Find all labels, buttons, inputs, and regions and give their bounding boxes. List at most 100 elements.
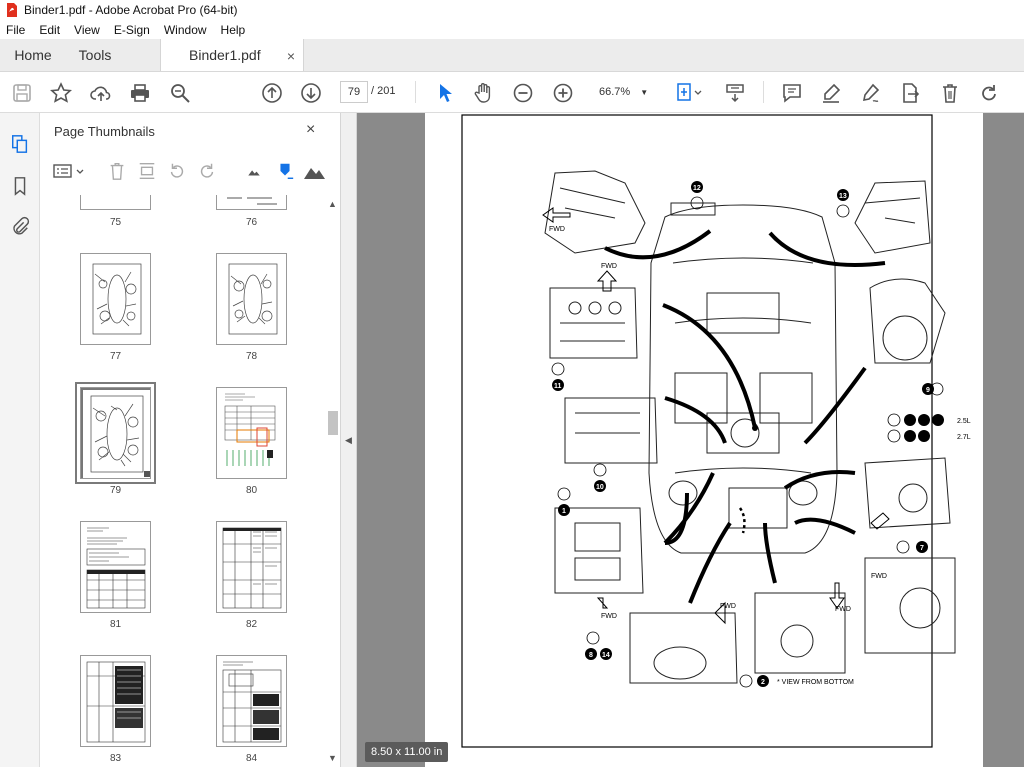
engine-2-7-label: 2.7L bbox=[957, 434, 971, 441]
zoom-out-icon[interactable] bbox=[510, 80, 536, 106]
hand-tool-icon[interactable] bbox=[471, 80, 497, 106]
thumbnail-label: 77 bbox=[109, 351, 122, 362]
previous-page-icon[interactable] bbox=[259, 80, 285, 106]
tab-document-label: Binder1.pdf bbox=[189, 47, 261, 63]
main-toolbar: 79 / 201 66.7% ▼ bbox=[0, 72, 1024, 113]
svg-text:10: 10 bbox=[596, 484, 604, 491]
toolbar-divider bbox=[415, 81, 416, 103]
acrobat-app-icon bbox=[7, 3, 17, 17]
svg-text:9: 9 bbox=[926, 387, 930, 394]
menu-view[interactable]: View bbox=[67, 23, 107, 37]
page-number-input[interactable]: 79 bbox=[340, 81, 368, 103]
menu-esign[interactable]: E-Sign bbox=[107, 23, 157, 37]
page-thumbnail-81[interactable] bbox=[80, 521, 151, 613]
thumbnail-label: 80 bbox=[245, 485, 258, 496]
page-thumbnails-icon[interactable] bbox=[9, 133, 31, 155]
page-thumbnails-panel: Page Thumbnails × 75 76 77 78 79 80 81 8… bbox=[40, 113, 341, 767]
view-from-bottom-note: * VIEW FROM BOTTOM bbox=[777, 679, 854, 686]
page-thumbnail-79-selected[interactable] bbox=[75, 382, 156, 484]
page-thumbnail-78[interactable] bbox=[216, 253, 287, 345]
document-view[interactable]: FWD FWD FWD FWD FWD FWD * VIEW FROM BOTT… bbox=[357, 113, 1024, 767]
fwd-label: FWD bbox=[720, 603, 736, 610]
page-thumbnail-83[interactable] bbox=[80, 655, 151, 747]
fwd-label: FWD bbox=[871, 573, 887, 580]
page-size-badge: 8.50 x 11.00 in bbox=[365, 742, 449, 762]
callout-2: 2 bbox=[757, 675, 769, 687]
thumbnail-scrollbar[interactable]: ▲ ▼ bbox=[325, 195, 340, 767]
delete-pages-icon[interactable] bbox=[106, 160, 128, 182]
delete-trash-icon[interactable] bbox=[937, 80, 963, 106]
svg-text:13: 13 bbox=[839, 193, 847, 200]
fwd-label: FWD bbox=[549, 226, 565, 233]
fill-sign-icon[interactable] bbox=[858, 80, 884, 106]
fwd-label: FWD bbox=[601, 613, 617, 620]
chevron-down-icon: ▼ bbox=[640, 87, 649, 97]
scroll-down-arrow-icon[interactable]: ▼ bbox=[328, 753, 337, 763]
tab-home[interactable]: Home bbox=[0, 39, 66, 71]
pdf-page: FWD FWD FWD FWD FWD FWD * VIEW FROM BOTT… bbox=[425, 113, 983, 767]
menu-edit[interactable]: Edit bbox=[32, 23, 67, 37]
svg-text:14: 14 bbox=[602, 652, 610, 659]
rotate-clockwise-icon[interactable] bbox=[196, 160, 218, 182]
callout-10: 10 bbox=[594, 480, 606, 492]
svg-text:8: 8 bbox=[589, 652, 593, 659]
page-display-icon[interactable] bbox=[671, 80, 705, 106]
options-menu-icon[interactable] bbox=[52, 160, 86, 182]
title-bar: Binder1.pdf - Adobe Acrobat Pro (64-bit) bbox=[0, 0, 1024, 20]
tab-tools[interactable]: Tools bbox=[66, 39, 124, 71]
page-thumbnail-75[interactable] bbox=[80, 195, 151, 210]
panel-collapse-strip[interactable]: ◀ bbox=[341, 113, 357, 767]
zoom-search-icon[interactable] bbox=[167, 80, 193, 106]
scrollbar-thumb[interactable] bbox=[328, 411, 338, 435]
page-thumbnail-80[interactable] bbox=[216, 387, 287, 479]
upload-cloud-icon[interactable] bbox=[88, 80, 114, 106]
panel-title: Page Thumbnails bbox=[54, 124, 155, 139]
rotate-counterclockwise-icon[interactable] bbox=[166, 160, 188, 182]
ground-location-diagram: FWD FWD FWD FWD FWD FWD * VIEW FROM BOTT… bbox=[461, 114, 971, 748]
thumbnail-size-large-icon[interactable] bbox=[303, 160, 325, 182]
page-thumbnail-77[interactable] bbox=[80, 253, 151, 345]
toolbar-divider bbox=[763, 81, 764, 103]
window-title: Binder1.pdf - Adobe Acrobat Pro (64-bit) bbox=[24, 3, 238, 17]
menu-help[interactable]: Help bbox=[214, 23, 253, 37]
fwd-label: FWD bbox=[835, 606, 851, 613]
thumbnail-label: 76 bbox=[245, 217, 258, 228]
attachments-paperclip-icon[interactable] bbox=[9, 215, 31, 237]
thumbnail-size-slider-icon[interactable] bbox=[274, 160, 296, 182]
page-thumbnail-82[interactable] bbox=[216, 521, 287, 613]
select-cursor-icon[interactable] bbox=[432, 80, 458, 106]
highlight-pen-icon[interactable] bbox=[818, 80, 844, 106]
page-total: / 201 bbox=[371, 85, 396, 97]
zoom-level-value: 66.7% bbox=[599, 86, 631, 98]
export-pdf-icon[interactable] bbox=[897, 80, 923, 106]
svg-text:2: 2 bbox=[761, 679, 765, 686]
thumbnail-label: 84 bbox=[245, 753, 258, 764]
page-thumbnail-76[interactable] bbox=[216, 195, 287, 210]
menu-window[interactable]: Window bbox=[157, 23, 214, 37]
thumbnail-size-small-icon[interactable] bbox=[243, 160, 265, 182]
bookmarks-icon[interactable] bbox=[9, 175, 31, 197]
callout-11: 11 bbox=[552, 379, 564, 391]
engine-2-5-label: 2.5L bbox=[957, 418, 971, 425]
bookmark-star-icon[interactable] bbox=[48, 80, 74, 106]
insert-pages-icon[interactable] bbox=[136, 160, 158, 182]
print-icon[interactable] bbox=[127, 80, 153, 106]
panel-close-icon[interactable]: × bbox=[306, 121, 315, 139]
close-tab-icon[interactable]: × bbox=[287, 48, 295, 64]
scroll-up-arrow-icon[interactable]: ▲ bbox=[328, 199, 337, 209]
thumbnail-toolbar bbox=[40, 153, 340, 187]
collapse-left-arrow-icon[interactable]: ◀ bbox=[345, 435, 352, 446]
svg-text:1: 1 bbox=[562, 508, 566, 515]
zoom-in-icon[interactable] bbox=[550, 80, 576, 106]
svg-text:7: 7 bbox=[920, 545, 924, 552]
tab-bar: Home Tools Binder1.pdf × bbox=[0, 39, 1024, 72]
save-icon[interactable] bbox=[9, 80, 35, 106]
page-thumbnail-84[interactable] bbox=[216, 655, 287, 747]
comment-icon[interactable] bbox=[779, 80, 805, 106]
rotate-icon[interactable] bbox=[976, 80, 1002, 106]
tab-document[interactable]: Binder1.pdf × bbox=[160, 39, 304, 71]
scroll-mode-icon[interactable] bbox=[722, 80, 748, 106]
menu-file[interactable]: File bbox=[0, 23, 32, 37]
next-page-icon[interactable] bbox=[298, 80, 324, 106]
zoom-level-select[interactable]: 66.7% ▼ bbox=[590, 81, 654, 103]
